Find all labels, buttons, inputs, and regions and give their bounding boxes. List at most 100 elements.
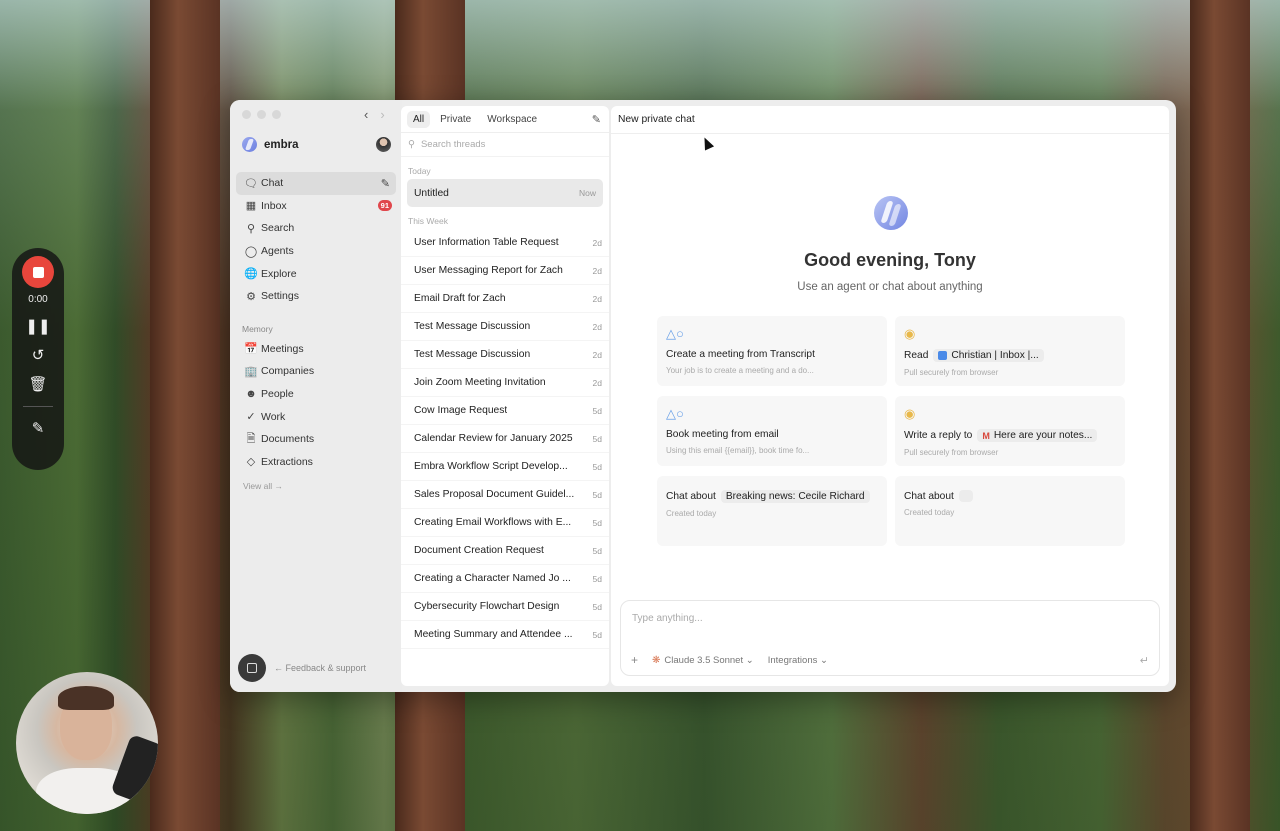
card-title: Create a meeting from Transcript [666, 349, 815, 360]
forward-arrow-icon[interactable]: › [380, 107, 384, 122]
thread-title: Sales Proposal Document Guidel... [414, 489, 575, 500]
sidebar-item-meetings[interactable]: 📅 Meetings [236, 338, 396, 361]
thread-time: 2d [592, 377, 602, 388]
thread-item[interactable]: Test Message Discussion 2d [401, 313, 609, 341]
inbox-icon: ▦ [245, 200, 257, 213]
thread-time: 5d [592, 573, 602, 584]
card-title: Read [904, 350, 929, 361]
gmail-icon: M [982, 430, 990, 441]
thread-item[interactable]: Embra Workflow Script Develop... 5d [401, 453, 609, 481]
user-avatar[interactable] [376, 137, 391, 152]
thread-item[interactable]: Creating Email Workflows with E... 5d [401, 509, 609, 537]
add-attachment-button[interactable]: + [631, 653, 638, 667]
sidebar-item-search[interactable]: ⚲ Search [236, 217, 396, 240]
chevron-down-icon: ⌄ [820, 654, 828, 666]
suggestion-card[interactable]: ◉ Read Christian | Inbox |... Pull secur… [895, 316, 1125, 386]
chevron-down-icon: ⌄ [745, 654, 754, 666]
chat-icon: 🗨 [244, 177, 258, 190]
thread-item[interactable]: Creating a Character Named Jo ... 5d [401, 565, 609, 593]
thread-search[interactable]: ⚲ Search threads [401, 133, 609, 157]
diamond-icon: ◇ [246, 456, 256, 469]
thread-item[interactable]: Email Draft for Zach 2d [401, 285, 609, 313]
suggestion-card[interactable]: △○ Book meeting from email Using this em… [657, 396, 887, 466]
stop-record-button[interactable] [22, 256, 54, 288]
suggestion-card[interactable]: △○ Create a meeting from Transcript Your… [657, 316, 887, 386]
sidebar-item-companies[interactable]: 🏢 Companies [236, 360, 396, 383]
tab-workspace[interactable]: Workspace [481, 111, 543, 128]
thread-time: 2d [592, 321, 602, 332]
sidebar-item-settings[interactable]: ⚙ Settings [236, 285, 396, 308]
tab-private[interactable]: Private [434, 111, 477, 128]
sidebar-item-people[interactable]: ☻ People [236, 383, 396, 406]
history-nav: ‹ › [364, 107, 385, 122]
search-input[interactable]: Search threads [421, 139, 485, 150]
group-label-this-week: This Week [408, 216, 448, 226]
thread-item[interactable]: Meeting Summary and Attendee ... 5d [401, 621, 609, 649]
pause-icon[interactable]: ❚❚ [25, 319, 50, 334]
thread-title: Untitled [414, 187, 449, 199]
model-selector[interactable]: ❋ Claude 3.5 Sonnet ⌄ [652, 655, 754, 666]
topic-chip: Breaking news: Cecile Richard [720, 490, 870, 503]
sidebar-item-documents[interactable]: 🗎 Documents [236, 428, 396, 451]
thread-time: 5d [592, 545, 602, 556]
chrome-icon: ◉ [904, 326, 916, 341]
sidebar-item-label: Explore [261, 267, 297, 280]
sidebar-item-work[interactable]: ✓ Work [236, 405, 396, 428]
close-window-button[interactable] [242, 110, 251, 119]
app-window: ‹ › embra 🗨 Chat ✎ ▦ Inbox 91 ⚲ Search ◯… [230, 100, 1176, 692]
greeting-subtitle: Use an agent or chat about anything [797, 281, 983, 293]
thread-time: Now [578, 188, 596, 198]
thread-item[interactable]: Sales Proposal Document Guidel... 5d [401, 481, 609, 509]
restart-icon[interactable]: ↺ [32, 348, 45, 363]
help-button[interactable] [238, 654, 266, 682]
sidebar-item-label: Chat [261, 177, 284, 190]
webcam-bubble[interactable] [16, 672, 158, 814]
view-all-link[interactable]: View all → [236, 473, 396, 499]
message-composer[interactable]: Type anything... + ❋ Claude 3.5 Sonnet ⌄ … [620, 600, 1160, 676]
integrations-selector[interactable]: Integrations ⌄ [768, 655, 828, 666]
person-icon: ☻ [245, 388, 257, 401]
suggestion-card[interactable]: Chat about Breaking news: Cecile Richard… [657, 476, 887, 546]
sidebar-item-label: Inbox [261, 199, 287, 212]
suggestion-card[interactable]: Chat about Created today [895, 476, 1125, 546]
feedback-link[interactable]: ← Feedback & support [274, 663, 366, 673]
sidebar-item-agents[interactable]: ◯ Agents [236, 240, 396, 263]
sidebar-item-explore[interactable]: 🌐 Explore [236, 262, 396, 285]
thread-item[interactable]: Cow Image Request 5d [401, 397, 609, 425]
thread-title: Test Message Discussion [414, 321, 531, 332]
back-arrow-icon[interactable]: ‹ [364, 107, 368, 122]
suggestion-card[interactable]: ◉ Write a reply to M Here are your notes.… [895, 396, 1125, 466]
thread-title: Creating Email Workflows with E... [414, 517, 572, 528]
compose-icon[interactable]: ✎ [592, 113, 601, 126]
thread-item[interactable]: Calendar Review for January 2025 5d [401, 425, 609, 453]
send-icon[interactable]: ↵ [1140, 654, 1149, 667]
sidebar-item-inbox[interactable]: ▦ Inbox 91 [236, 195, 396, 218]
sidebar-item-extractions[interactable]: ◇ Extractions [236, 451, 396, 474]
thread-title: Test Message Discussion [414, 349, 531, 360]
topic-chip [958, 490, 973, 502]
sidebar-item-label: Agents [261, 245, 294, 258]
document-icon: 🗎 [246, 432, 256, 445]
thread-title: Meeting Summary and Attendee ... [414, 629, 573, 640]
sidebar-item-chat[interactable]: 🗨 Chat ✎ [236, 172, 396, 195]
anthropic-icon: ❋ [652, 654, 661, 666]
maximize-window-button[interactable] [272, 110, 281, 119]
thread-item[interactable]: Join Zoom Meeting Invitation 2d [401, 369, 609, 397]
thread-item[interactable]: User Information Table Request 2d [401, 229, 609, 257]
new-chat-icon[interactable]: ✎ [381, 177, 390, 190]
thread-item[interactable]: Document Creation Request 5d [401, 537, 609, 565]
message-input[interactable]: Type anything... [632, 613, 703, 624]
thread-item-selected[interactable]: Untitled Now [407, 179, 603, 207]
thread-time: 5d [592, 517, 602, 528]
minimize-window-button[interactable] [257, 110, 266, 119]
tab-all[interactable]: All [407, 110, 431, 128]
thread-title: Cow Image Request [414, 405, 508, 416]
thread-item[interactable]: User Messaging Report for Zach 2d [401, 257, 609, 285]
thread-item[interactable]: Test Message Discussion 2d [401, 341, 609, 369]
thread-item[interactable]: Cybersecurity Flowchart Design 5d [401, 593, 609, 621]
trash-icon[interactable]: 🗑 [28, 377, 47, 392]
pen-icon[interactable]: ✎ [32, 421, 45, 436]
tab-chip: M Here are your notes... [977, 429, 1098, 442]
workspace-switcher[interactable]: embra [242, 137, 299, 152]
thread-title: User Messaging Report for Zach [414, 265, 563, 276]
